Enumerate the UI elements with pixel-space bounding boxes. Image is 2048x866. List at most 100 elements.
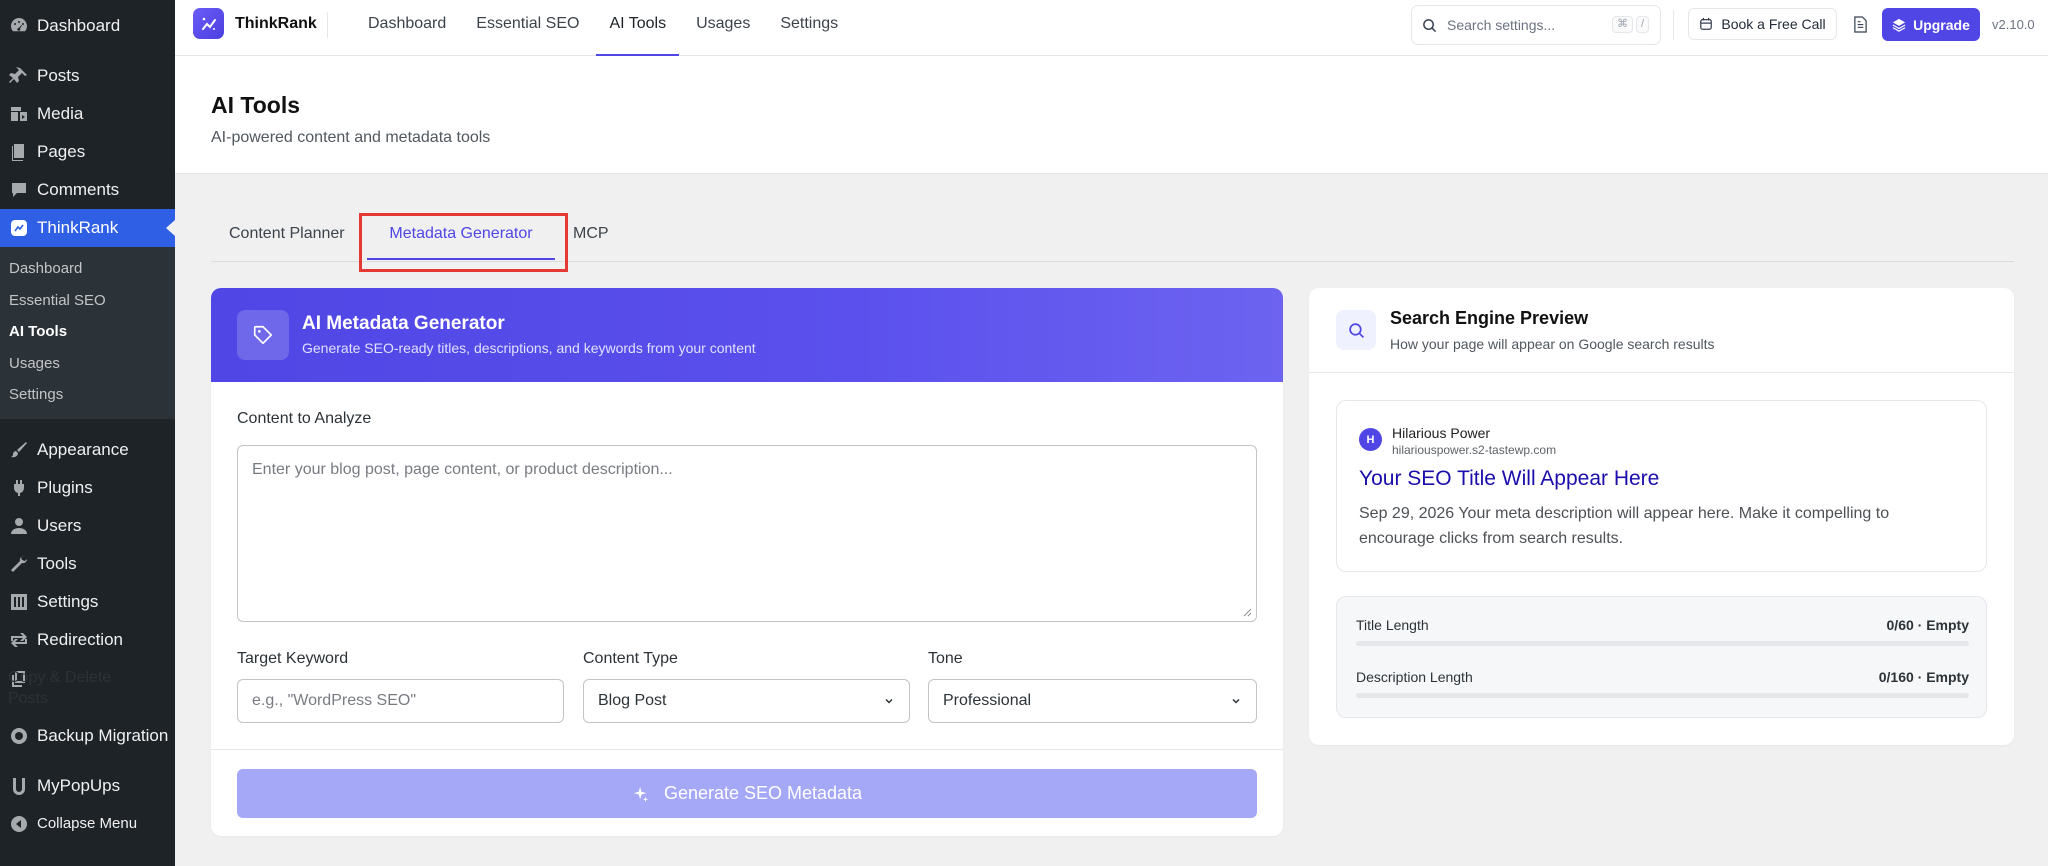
submenu-dashboard[interactable]: Dashboard [0, 253, 175, 285]
wp-menu-label: Users [37, 515, 82, 535]
brand-name: ThinkRank [235, 15, 317, 32]
generate-button-label: Generate SEO Metadata [663, 783, 863, 803]
wp-menu-redirection[interactable]: Redirection [0, 621, 175, 659]
keyword-input[interactable]: e.g., "WordPress SEO" [237, 679, 564, 723]
tone-select[interactable]: Professional [928, 679, 1257, 723]
generator-subtitle: Generate SEO-ready titles, descriptions,… [302, 340, 756, 356]
wp-menu-label: Appearance [37, 439, 129, 459]
sliders-icon [8, 591, 30, 613]
collapse-icon [8, 813, 30, 835]
submenu-essential-seo[interactable]: Essential SEO [0, 285, 175, 317]
resize-handle-icon[interactable] [1243, 608, 1252, 617]
docs-button[interactable] [1849, 12, 1871, 36]
submenu-settings[interactable]: Settings [0, 379, 175, 411]
search-icon-box [1336, 310, 1376, 350]
media-icon [8, 103, 30, 125]
divider [211, 749, 1283, 750]
metadata-generator-card: AI Metadata Generator Generate SEO-ready… [211, 288, 1283, 836]
logo-icon [201, 17, 216, 30]
content-placeholder: Enter your blog post, page content, or p… [252, 461, 673, 478]
dashboard-icon [8, 15, 30, 37]
document-icon [1853, 15, 1867, 33]
wp-menu-label: MyPopUps [37, 775, 121, 795]
site-name: Hilarious Power [1392, 425, 1491, 441]
generator-title: AI Metadata Generator [302, 313, 505, 334]
wp-menu-label: Redirection [37, 629, 123, 649]
site-url: hilariouspower.s2-tastewp.com [1392, 443, 1557, 457]
mypopups-icon [8, 775, 30, 797]
wp-menu-pages[interactable]: Pages [0, 133, 175, 171]
book-call-button[interactable]: Book a Free Call [1688, 8, 1837, 40]
wrench-icon [8, 553, 30, 575]
thinkrank-logo[interactable] [193, 8, 224, 39]
wp-menu-label: Plugins [37, 477, 93, 497]
nav-dashboard[interactable]: Dashboard [355, 0, 459, 56]
wp-menu-label: Backup Migration [37, 725, 169, 745]
wp-menu-label: Dashboard [37, 16, 121, 35]
wp-menu-collapse[interactable]: Collapse Menu [0, 805, 175, 843]
thinkrank-icon [8, 217, 30, 239]
nav-essential-seo[interactable]: Essential SEO [463, 0, 592, 56]
site-favicon: H [1359, 428, 1382, 451]
content-textarea[interactable]: Enter your blog post, page content, or p… [237, 445, 1257, 622]
content-type-label: Content Type [583, 650, 678, 667]
content-label: Content to Analyze [237, 410, 372, 427]
tab-mcp[interactable]: MCP [573, 213, 609, 262]
content-type-select[interactable]: Blog Post [583, 679, 910, 723]
settings-search[interactable]: Search settings... ⌘ / [1411, 5, 1661, 45]
serp-preview: H Hilarious Power hilariouspower.s2-tast… [1336, 400, 1987, 572]
preview-title: Search Engine Preview [1390, 308, 1589, 328]
wp-menu-users[interactable]: Users [0, 507, 175, 545]
wp-menu-backup-migration[interactable]: Backup Migration [0, 717, 175, 755]
upgrade-label: Upgrade [1913, 16, 1970, 33]
wp-admin-sidebar: Dashboard Posts Media Pages Comments Thi… [0, 0, 175, 866]
wp-menu-copy-delete[interactable]: Copy & Delete Posts [0, 659, 175, 717]
wp-menu-label: Settings [37, 591, 99, 611]
chevron-down-icon [1232, 698, 1240, 704]
wp-menu-mypopups[interactable]: MyPopUps [0, 767, 175, 805]
thinkrank-submenu: Dashboard Essential SEO AI Tools Usages … [0, 247, 175, 419]
tab-content-planner[interactable]: Content Planner [229, 213, 345, 262]
search-icon [1348, 322, 1364, 338]
wp-menu-label: Collapse Menu [37, 815, 138, 832]
version-label: v2.10.0 [1992, 17, 2035, 32]
submenu-usages[interactable]: Usages [0, 348, 175, 380]
wp-menu-plugins[interactable]: Plugins [0, 469, 175, 507]
nav-settings[interactable]: Settings [767, 0, 851, 56]
nav-usages[interactable]: Usages [683, 0, 763, 56]
generator-header: AI Metadata Generator Generate SEO-ready… [211, 288, 1283, 382]
page-header: AI Tools AI-powered content and metadata… [175, 56, 2048, 174]
backup-icon [8, 725, 30, 747]
wp-menu-settings[interactable]: Settings [0, 583, 175, 621]
tag-icon [253, 325, 273, 345]
wp-menu-appearance[interactable]: Appearance [0, 431, 175, 469]
calendar-icon [1700, 17, 1713, 30]
plug-icon [8, 477, 30, 499]
comment-icon [8, 179, 30, 201]
wp-menu-thinkrank[interactable]: ThinkRank [0, 209, 175, 247]
wp-menu-tools[interactable]: Tools [0, 545, 175, 583]
tone-value: Professional [943, 692, 1032, 709]
wp-menu-label: Tools [37, 553, 77, 573]
serp-title: Your SEO Title Will Appear Here [1359, 467, 1660, 490]
divider [327, 12, 328, 38]
length-metrics: Title Length 0/60 · Empty Description Le… [1336, 596, 1987, 718]
generate-metadata-button[interactable]: Generate SEO Metadata [237, 769, 1257, 818]
content-type-value: Blog Post [598, 692, 667, 709]
plugin-header: ThinkRank Dashboard Essential SEO AI Too… [175, 0, 2048, 56]
divider [1673, 10, 1674, 40]
nav-ai-tools[interactable]: AI Tools [596, 0, 680, 56]
wp-menu-comments[interactable]: Comments [0, 171, 175, 209]
title-length-value: 0/60 · Empty [1886, 617, 1969, 633]
title-length-bar [1356, 641, 1969, 646]
wp-menu-label: Pages [37, 142, 86, 161]
submenu-ai-tools[interactable]: AI Tools [0, 316, 175, 348]
upgrade-button[interactable]: Upgrade [1882, 8, 1980, 41]
serp-description: Sep 29, 2026 Your meta description will … [1359, 505, 1890, 547]
wp-menu-posts[interactable]: Posts [0, 57, 175, 95]
wp-menu-media[interactable]: Media [0, 95, 175, 133]
wp-menu-label: Copy & Delete Posts [8, 668, 112, 707]
user-icon [8, 515, 30, 537]
wp-menu-dashboard[interactable]: Dashboard [0, 7, 175, 45]
wp-menu-label: Media [37, 104, 84, 123]
